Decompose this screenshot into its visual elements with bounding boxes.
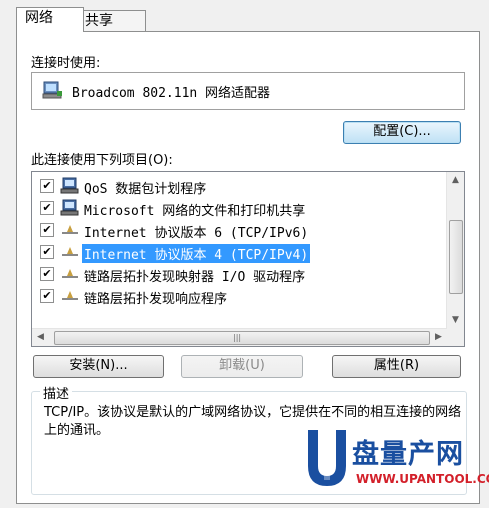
uninstall-button[interactable]: 卸载(U) — [181, 355, 303, 378]
item-checkbox[interactable]: ✔ — [40, 245, 54, 259]
network-adapter-icon — [42, 81, 62, 99]
horizontal-scroll-thumb[interactable]: ||| — [54, 331, 430, 345]
vertical-scroll-thumb[interactable] — [449, 220, 463, 294]
grip-icon: ||| — [233, 333, 242, 342]
properties-button[interactable]: 属性(R) — [332, 355, 461, 378]
list-item[interactable]: ✔ 链路层拓扑发现映射器 I/O 驱动程序 — [32, 263, 442, 285]
item-label: 链路层拓扑发现映射器 I/O 驱动程序 — [84, 270, 306, 285]
horizontal-scrollbar[interactable]: ◀ ||| ▶ — [32, 328, 447, 346]
watermark-logo: 盘量产网 WWW.UPANTOOL.COM — [300, 422, 489, 504]
watermark-url: WWW.UPANTOOL.COM — [356, 472, 489, 486]
item-checkbox[interactable]: ✔ — [40, 289, 54, 303]
item-checkbox[interactable]: ✔ — [40, 179, 54, 193]
network-service-icon — [60, 177, 79, 194]
item-label: Internet 协议版本 6 (TCP/IPv6) — [84, 226, 309, 241]
protocol-icon — [62, 247, 78, 256]
u-logo-icon — [308, 430, 346, 486]
protocol-icon — [62, 225, 78, 234]
tab-strip: 网络 共享 — [0, 0, 489, 32]
description-title: 描述 — [40, 383, 73, 402]
item-label: QoS 数据包计划程序 — [84, 182, 207, 197]
item-label: 链路层拓扑发现响应程序 — [84, 292, 228, 307]
list-item-selected[interactable]: ✔ Internet 协议版本 4 (TCP/IPv4) — [32, 241, 442, 263]
list-item[interactable]: ✔ 链路层拓扑发现响应程序 — [32, 285, 442, 307]
item-checkbox[interactable]: ✔ — [40, 267, 54, 281]
item-label: Microsoft 网络的文件和打印机共享 — [84, 204, 306, 219]
network-service-icon — [60, 199, 79, 216]
protocol-icon — [62, 269, 78, 278]
connect-using-label: 连接时使用: — [31, 56, 101, 71]
item-label: Internet 协议版本 4 (TCP/IPv4) — [82, 244, 311, 263]
tab-network[interactable]: 网络 — [16, 7, 84, 32]
protocol-icon — [62, 291, 78, 300]
scroll-up-arrow-icon[interactable]: ▲ — [447, 172, 464, 189]
items-label: 此连接使用下列项目(O): — [31, 153, 173, 168]
components-list[interactable]: ✔ QoS 数据包计划程序 ✔ Microsoft 网络的文件和打印机共享 ✔ … — [31, 171, 465, 347]
list-item[interactable]: ✔ Internet 协议版本 6 (TCP/IPv6) — [32, 219, 442, 241]
vertical-scrollbar[interactable]: ▲ ▼ — [446, 172, 464, 329]
watermark-brand: 盘量产网 — [352, 439, 464, 470]
item-checkbox[interactable]: ✔ — [40, 223, 54, 237]
list-item[interactable]: ✔ QoS 数据包计划程序 — [32, 175, 442, 197]
install-button[interactable]: 安装(N)... — [33, 355, 164, 378]
configure-button[interactable]: 配置(C)... — [343, 121, 461, 144]
scroll-right-arrow-icon[interactable]: ▶ — [430, 329, 447, 346]
scroll-left-arrow-icon[interactable]: ◀ — [32, 329, 49, 346]
list-item[interactable]: ✔ Microsoft 网络的文件和打印机共享 — [32, 197, 442, 219]
item-checkbox[interactable]: ✔ — [40, 201, 54, 215]
adapter-field: Broadcom 802.11n 网络适配器 — [31, 72, 465, 110]
tab-sharing[interactable]: 共享 — [76, 10, 146, 32]
scroll-down-arrow-icon[interactable]: ▼ — [447, 312, 464, 329]
scrollbar-corner — [447, 329, 464, 346]
adapter-name: Broadcom 802.11n 网络适配器 — [72, 86, 271, 101]
